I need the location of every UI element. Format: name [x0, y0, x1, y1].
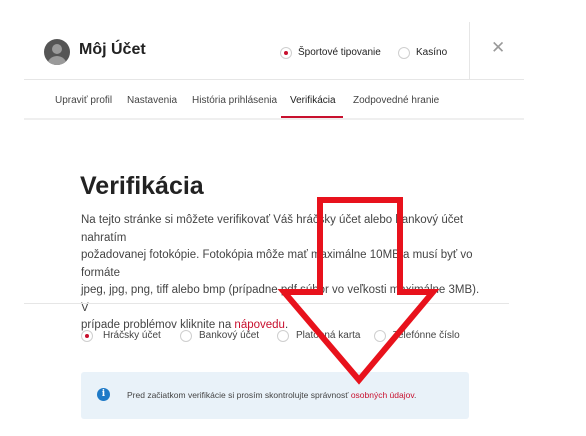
- account-header: Môj Účet Športové tipovanie Kasíno ✕: [24, 22, 524, 80]
- info-text: Pred začiatkom verifikácie si prosím sko…: [127, 390, 417, 400]
- header-divider: [469, 22, 470, 80]
- bank-account-label[interactable]: Bankový účet: [199, 330, 259, 341]
- personal-data-link[interactable]: osobných údajov: [351, 390, 414, 400]
- sports-betting-label[interactable]: Športové tipovanie: [298, 47, 381, 58]
- casino-radio[interactable]: [398, 47, 410, 59]
- description-line: Na tejto stránke si môžete verifikovať V…: [81, 214, 464, 244]
- player-account-label[interactable]: Hráčsky účet: [103, 330, 161, 341]
- page-title: Môj Účet: [79, 41, 146, 58]
- content-divider: [24, 303, 509, 304]
- user-avatar-icon: [44, 39, 70, 65]
- payment-card-radio[interactable]: [277, 330, 289, 342]
- player-account-radio[interactable]: [81, 330, 93, 342]
- bank-account-radio[interactable]: [180, 330, 192, 342]
- tab-settings[interactable]: Nastavenia: [127, 95, 177, 106]
- info-box: i Pred začiatkom verifikácie si prosím s…: [81, 372, 469, 419]
- phone-number-radio[interactable]: [374, 330, 386, 342]
- description-line: jpeg, jpg, png, tiff alebo bmp (prípadne…: [81, 284, 480, 314]
- payment-card-label[interactable]: Platobná karta: [296, 330, 361, 341]
- description-line: požadovanej fotokópie. Fotokópia môže ma…: [81, 249, 473, 279]
- tab-responsible-gaming[interactable]: Zodpovedné hranie: [353, 95, 439, 106]
- section-heading: Verifikácia: [80, 172, 204, 200]
- tab-edit-profile[interactable]: Upraviť profil: [55, 95, 112, 106]
- tab-verification[interactable]: Verifikácia: [290, 95, 336, 106]
- header-bottom-divider: [24, 79, 524, 80]
- sports-betting-radio[interactable]: [280, 47, 292, 59]
- tabs-bottom-divider: [24, 118, 524, 120]
- info-icon: i: [97, 388, 110, 401]
- verification-description: Na tejto stránke si môžete verifikovať V…: [81, 212, 481, 335]
- casino-label[interactable]: Kasíno: [416, 47, 447, 58]
- close-icon[interactable]: ✕: [491, 39, 505, 56]
- phone-number-label[interactable]: Telefónne číslo: [393, 330, 460, 341]
- tab-login-history[interactable]: História prihlásenia: [192, 95, 277, 106]
